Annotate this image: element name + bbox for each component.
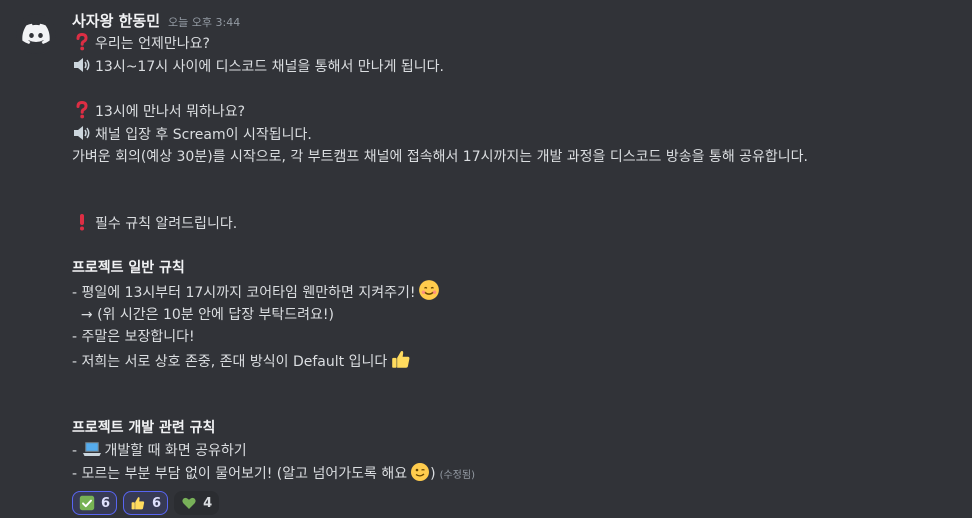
winking-face-icon bbox=[410, 462, 430, 482]
line-text: 13시에 만나서 뭐하나요? bbox=[95, 104, 246, 120]
line-text: - 저희는 서로 상호 존중, 존대 방식이 Default 입니다 bbox=[72, 354, 388, 370]
reaction-check[interactable]: 6 bbox=[72, 491, 118, 515]
reactions-bar: 6 6 4 bbox=[72, 491, 962, 515]
line-text: 필수 규칙 알려드립니다. bbox=[95, 216, 238, 232]
discord-avatar[interactable] bbox=[16, 14, 56, 54]
thumbs-up-icon bbox=[130, 495, 146, 511]
reaction-count: 6 bbox=[152, 495, 162, 511]
reaction-thumbs-up[interactable]: 6 bbox=[123, 491, 169, 515]
line-text: - 모르는 부분 부담 없이 물어보기! (알고 넘어가도록 해요 bbox=[72, 466, 408, 482]
speaker-icon bbox=[72, 123, 92, 143]
timestamp[interactable]: 오늘 오후 3:44 bbox=[168, 14, 240, 30]
exclamation-mark-icon bbox=[72, 212, 92, 232]
message: 사자왕 한동민 오늘 오후 3:44 우리는 언제만나요? 13시~17시 사이… bbox=[72, 10, 962, 515]
line-rules-intro: 필수 규칙 알려드립니다. bbox=[72, 212, 962, 235]
rule-reply-time: → (위 시간은 10분 안에 답장 부탁드려요!) bbox=[72, 307, 335, 323]
line-text: 13시~17시 사이에 디스코드 채널을 통해서 만나게 됩니다. bbox=[95, 59, 444, 75]
line-suffix: ) bbox=[430, 466, 436, 482]
line-text: 우리는 언제만나요? bbox=[95, 36, 210, 52]
question-mark-icon bbox=[72, 100, 92, 120]
line-text: 개발할 때 화면 공유하기 bbox=[104, 443, 247, 459]
line-question-2: 13시에 만나서 뭐하나요? bbox=[72, 100, 962, 123]
line-answer-2-detail: 가벼운 회의(예상 30분)를 시작으로, 각 부트캠프 채널에 접속해서 17… bbox=[72, 149, 808, 165]
rule-weekend: - 주말은 보장합니다! bbox=[72, 329, 195, 345]
line-answer-1: 13시~17시 사이에 디스코드 채널을 통해서 만나게 됩니다. bbox=[72, 55, 962, 78]
line-answer-2: 채널 입장 후 Scream이 시작됩니다. bbox=[72, 123, 962, 146]
speaker-icon bbox=[72, 55, 92, 75]
rule-core-time: - 평일에 13시부터 17시까지 코어타임 웬만하면 지켜주기! bbox=[72, 279, 962, 304]
username[interactable]: 사자왕 한동민 bbox=[72, 10, 160, 31]
discord-logo-icon bbox=[22, 23, 50, 44]
rule-respect: - 저희는 서로 상호 존중, 존대 방식이 Default 입니다 bbox=[72, 348, 962, 373]
line-text: - 평일에 13시부터 17시까지 코어타임 웬만하면 지켜주기! bbox=[72, 285, 416, 301]
section-title-dev-rules: 프로젝트 개발 관련 규칙 bbox=[72, 420, 216, 436]
section-title-general-rules: 프로젝트 일반 규칙 bbox=[72, 260, 185, 276]
laptop-icon bbox=[82, 439, 102, 459]
green-heart-icon bbox=[181, 495, 197, 511]
edited-label[interactable]: (수정됨) bbox=[440, 470, 475, 481]
line-prefix: - bbox=[72, 443, 82, 459]
rule-ask-questions: - 모르는 부분 부담 없이 물어보기! (알고 넘어가도록 해요) (수정됨) bbox=[72, 462, 962, 487]
smiling-face-icon bbox=[418, 279, 440, 301]
rule-screen-share: - 개발할 때 화면 공유하기 bbox=[72, 439, 962, 462]
check-mark-button-icon bbox=[79, 495, 95, 511]
question-mark-icon bbox=[72, 32, 92, 52]
message-header: 사자왕 한동민 오늘 오후 3:44 bbox=[72, 10, 962, 32]
reaction-count: 6 bbox=[101, 495, 111, 511]
line-question-1: 우리는 언제만나요? bbox=[72, 32, 962, 55]
reaction-count: 4 bbox=[203, 495, 213, 511]
reaction-green-heart[interactable]: 4 bbox=[174, 491, 220, 515]
thumbs-up-icon bbox=[390, 348, 412, 370]
line-text: 채널 입장 후 Scream이 시작됩니다. bbox=[95, 127, 312, 143]
